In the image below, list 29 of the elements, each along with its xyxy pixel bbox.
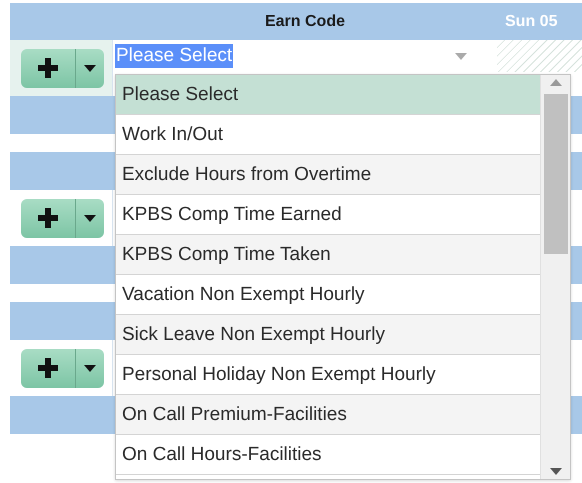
plus-icon [37, 207, 59, 229]
add-button[interactable] [21, 48, 76, 88]
dropdown-option[interactable]: On Call Premium-Facilities [116, 395, 540, 435]
menu-button[interactable] [76, 348, 104, 388]
scrollbar[interactable] [540, 75, 570, 479]
dropdown-option[interactable]: On Call Hours-Facilities [116, 435, 540, 475]
menu-button[interactable] [76, 48, 104, 88]
add-button[interactable] [21, 198, 76, 238]
dropdown-option[interactable]: Work In/Out [116, 115, 540, 155]
column-header: Sun 05 [504, 12, 558, 30]
dropdown-caret-icon [455, 52, 467, 60]
caret-icon [84, 364, 96, 372]
plus-icon [37, 57, 59, 79]
add-button[interactable] [21, 348, 76, 388]
column-header: Earn Code [264, 12, 346, 30]
scroll-thumb[interactable] [544, 94, 568, 254]
dropdown-option[interactable]: KPBS Comp Time Taken [116, 235, 540, 275]
dropdown-option[interactable]: Personal Holiday Non Exempt Hourly [116, 355, 540, 395]
scroll-up-icon [550, 79, 562, 86]
menu-button[interactable] [76, 198, 104, 238]
caret-icon [84, 214, 96, 222]
plus-icon [37, 357, 59, 379]
dropdown-option[interactable]: KPBS Comp Time Earned [116, 195, 540, 235]
caret-icon [84, 64, 96, 72]
dropdown-option[interactable]: Vacation Non Exempt Hourly [116, 275, 540, 315]
dropdown-option[interactable]: Sick Leave Non Exempt Hourly [116, 315, 540, 355]
dropdown-option[interactable]: Please Select [116, 75, 540, 115]
scroll-down-icon [550, 468, 562, 475]
dropdown-option[interactable]: Exclude Hours from Overtime [116, 155, 540, 195]
